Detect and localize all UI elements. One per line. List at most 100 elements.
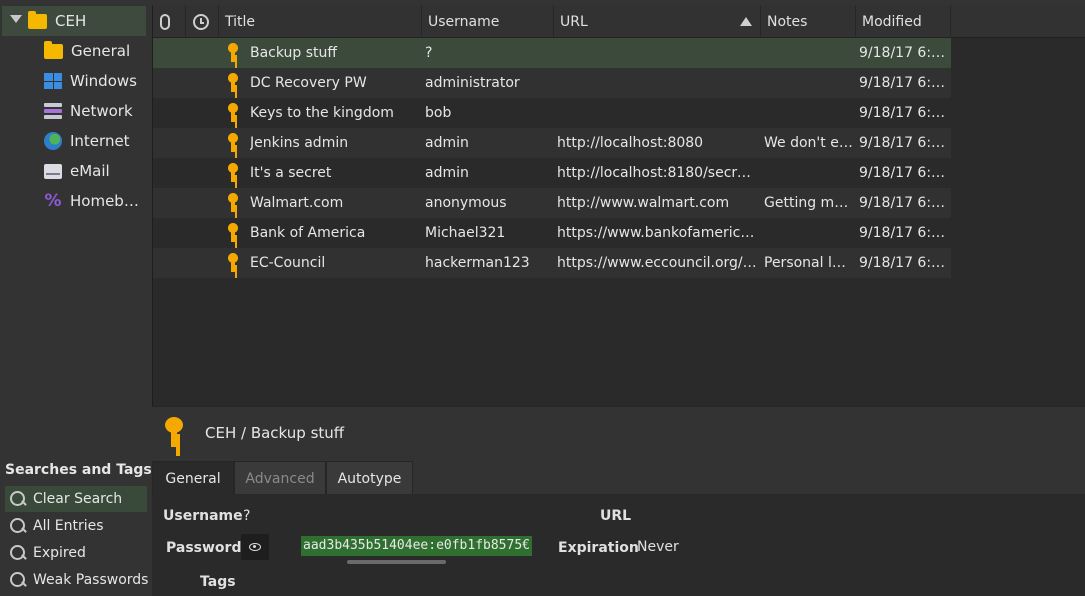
group-label: CEH	[55, 12, 87, 30]
tab-advanced[interactable]: Advanced	[234, 461, 326, 495]
cell-modified: 9/18/17 6:4…	[859, 75, 949, 91]
column-header-url-label: URL	[560, 13, 588, 30]
search-label: Clear Search	[33, 491, 123, 507]
expiration-value: Never	[637, 539, 679, 555]
column-header-title[interactable]: Title	[219, 5, 422, 38]
group-item-email[interactable]: eMail	[44, 156, 150, 186]
general-tab-panel: Username ? Password aad3b435b51404ee:e0f…	[152, 494, 1085, 596]
table-row[interactable]: Bank of America Michael321 https://www.ban…	[153, 218, 951, 248]
password-label: Password	[166, 540, 242, 556]
cell-url	[557, 68, 757, 98]
cell-title: DC Recovery PW	[250, 75, 367, 91]
search-label: All Entries	[33, 518, 104, 534]
column-header-modified[interactable]: Modified	[856, 5, 951, 38]
expand-arrow-icon[interactable]	[10, 15, 22, 23]
search-item-all-entries[interactable]: All Entries	[5, 513, 147, 539]
key-icon	[227, 133, 239, 153]
table-row[interactable]: It's a secret admin http://localhost:8180/…	[153, 158, 951, 188]
paperclip-icon	[160, 13, 170, 30]
password-value-field[interactable]: aad3b435b51404ee:e0fb1fb8575€	[272, 536, 532, 556]
tab-general[interactable]: General	[152, 461, 234, 495]
cell-url: http://www.walmart.com	[557, 195, 730, 211]
group-label: eMail	[70, 162, 110, 180]
cell-username: hackerman123	[425, 255, 530, 271]
key-icon	[227, 193, 239, 213]
folder-icon	[28, 10, 47, 29]
folder-icon	[44, 40, 63, 59]
clock-icon	[193, 13, 209, 30]
windows-icon	[44, 73, 62, 89]
cell-title: Jenkins admin	[250, 135, 349, 151]
group-item-network[interactable]: Network	[44, 96, 150, 126]
username-value: ?	[243, 508, 251, 524]
table-row[interactable]: EC-Council hackerman123 https://www.eccoun…	[153, 248, 951, 278]
column-header-expiry[interactable]	[186, 5, 219, 38]
globe-icon	[44, 132, 62, 150]
group-item-homebanking[interactable]: % Homeb…	[44, 186, 150, 216]
column-header-url[interactable]: URL	[554, 5, 761, 38]
table-row[interactable]: Backup stuff? 9/18/17 6:4…	[153, 38, 951, 68]
column-header-notes[interactable]: Notes	[761, 5, 856, 38]
table-row[interactable]: Jenkins admin admin http://localhost:8080 W…	[153, 128, 951, 158]
cell-notes	[764, 158, 854, 188]
cell-modified: 9/18/17 6:4…	[859, 45, 949, 61]
group-item-internet[interactable]: Internet	[44, 126, 150, 156]
key-icon	[164, 417, 184, 449]
search-icon	[10, 545, 26, 561]
eye-icon	[249, 543, 261, 551]
show-password-button[interactable]	[241, 534, 269, 560]
search-item-expired[interactable]: Expired	[5, 540, 147, 566]
column-header-attachment[interactable]	[153, 5, 186, 38]
group-label: Windows	[70, 72, 137, 90]
entry-preview-title: CEH / Backup stuff	[205, 424, 345, 442]
entry-table: Title Username URL Notes Modified Backup…	[152, 5, 1085, 406]
cell-modified: 9/18/17 6:4…	[859, 105, 949, 121]
percent-icon: %	[44, 191, 62, 211]
cell-title: EC-Council	[250, 255, 326, 271]
group-label: General	[71, 42, 131, 60]
searches-title: Searches and Tags	[5, 462, 152, 478]
search-item-weak-passwords[interactable]: Weak Passwords	[5, 567, 149, 593]
cell-modified: 9/18/17 6:4…	[859, 135, 949, 151]
cell-notes	[764, 68, 854, 98]
key-icon	[227, 253, 239, 273]
cell-notes: We don't e…	[764, 135, 853, 151]
group-label: Network	[70, 102, 133, 120]
key-icon	[227, 43, 239, 63]
search-item-clear[interactable]: Clear Search	[5, 486, 147, 512]
group-label: Internet	[70, 132, 130, 150]
sort-ascending-icon	[740, 17, 752, 26]
search-icon	[10, 518, 26, 534]
group-item-windows[interactable]: Windows	[44, 66, 150, 96]
group-root-ceh[interactable]: CEH	[2, 6, 146, 36]
sidebar: CEH General Windows Network Internet eMa…	[0, 0, 152, 596]
table-row[interactable]: Keys to the kingdom bob 9/18/17 6:4…	[153, 98, 951, 128]
search-icon	[10, 572, 26, 588]
column-header-username[interactable]: Username	[422, 5, 554, 38]
cell-url	[557, 38, 757, 68]
cell-username: bob	[425, 105, 452, 121]
preview-tabs: General Advanced Autotype	[152, 461, 1085, 495]
cell-title: Walmart.com	[250, 195, 344, 211]
cell-username: Michael321	[425, 225, 506, 241]
cell-username: anonymous	[425, 195, 507, 211]
cell-url	[557, 98, 757, 128]
group-item-general[interactable]: General	[44, 36, 150, 66]
search-label: Weak Passwords	[33, 572, 149, 588]
cell-modified: 9/18/17 6:3…	[859, 225, 949, 241]
cell-url: http://localhost:8180/secret…	[557, 165, 757, 181]
username-label: Username	[163, 508, 243, 524]
cell-url: https://www.bankofameric…	[557, 225, 755, 241]
cell-username: admin	[425, 165, 469, 181]
cell-username: ?	[425, 45, 433, 61]
tab-autotype[interactable]: Autotype	[326, 461, 413, 495]
table-row[interactable]: Walmart.com anonymous http://www.walmart.c…	[153, 188, 951, 218]
table-row[interactable]: DC Recovery PW administrator 9/18/17 6:4…	[153, 68, 951, 98]
password-scrollbar[interactable]	[347, 560, 446, 564]
cell-title: Bank of America	[250, 225, 366, 241]
cell-title: It's a secret	[250, 165, 332, 181]
cell-url: http://localhost:8080	[557, 135, 704, 151]
cell-url: https://www.eccouncil.org/…	[557, 255, 757, 271]
password-value: aad3b435b51404ee:e0fb1fb8575€	[301, 536, 532, 556]
cell-modified: 9/18/17 6:3…	[859, 165, 949, 181]
